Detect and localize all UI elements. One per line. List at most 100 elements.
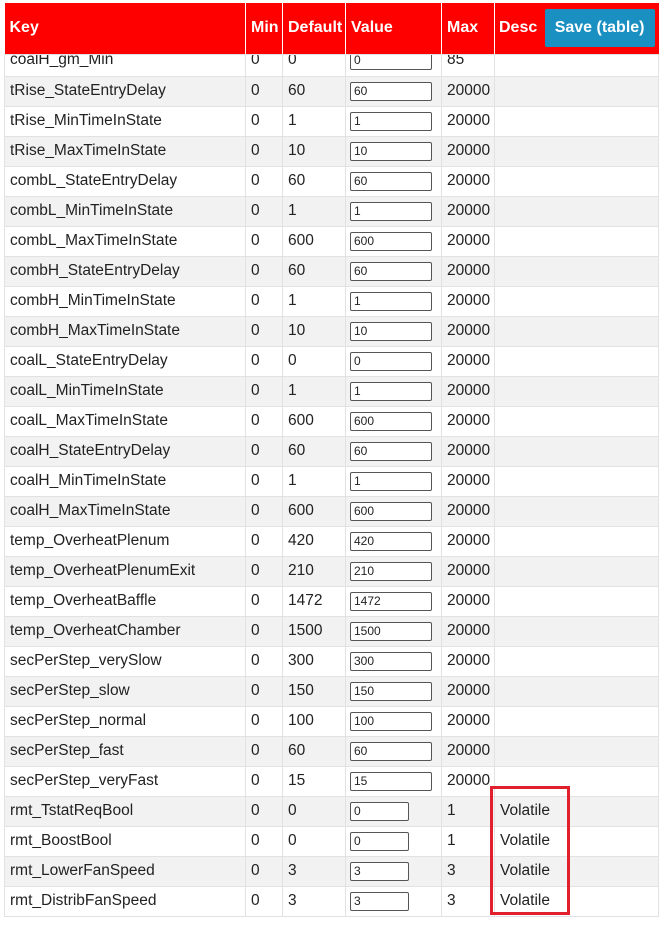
row-key-cell: temp_OverheatPlenum [4, 525, 246, 557]
row-key-cell: rmt_TstatReqBool [4, 795, 246, 827]
value-input[interactable] [350, 741, 432, 761]
row-key-cell: tRise_MinTimeInState [4, 105, 246, 137]
value-input[interactable] [350, 501, 432, 521]
value-input[interactable] [350, 141, 432, 161]
value-input[interactable] [350, 411, 432, 431]
row-max-cell: 3 [441, 855, 495, 887]
value-input[interactable] [350, 81, 432, 101]
row-default-cell-content: 60 [288, 262, 345, 280]
value-input[interactable] [350, 891, 409, 911]
value-input[interactable] [350, 591, 432, 611]
row-desc-text: Volatile [500, 832, 550, 849]
row-value-cell-content [350, 741, 441, 761]
column-header-desc-cell: Desc Save (table) [494, 3, 659, 54]
row-value-cell [345, 885, 442, 917]
value-input[interactable] [350, 231, 432, 251]
save-table-button[interactable]: Save (table) [544, 9, 655, 48]
table-row: rmt_DistribFanSpeed 0 3 3 Volatile [4, 885, 659, 917]
row-max-text: 20000 [447, 652, 491, 669]
row-key-cell: temp_OverheatBaffle [4, 585, 246, 617]
value-input[interactable] [350, 831, 409, 851]
value-input[interactable] [350, 801, 409, 821]
table-row: combL_MaxTimeInState 0 600 20000 [4, 225, 659, 257]
row-key-cell-content: rmt_DistribFanSpeed [10, 892, 245, 910]
row-key-cell-content: coalL_MinTimeInState [10, 382, 245, 400]
row-max-text: 20000 [447, 472, 491, 489]
row-value-cell-content [350, 831, 441, 851]
row-value-cell-content [350, 81, 441, 101]
row-default-text: 60 [288, 742, 306, 759]
row-min-cell-content: 0 [251, 592, 282, 610]
value-input[interactable] [350, 321, 432, 341]
row-desc-text: Volatile [500, 802, 550, 819]
value-input[interactable] [350, 771, 432, 791]
row-value-cell [345, 165, 442, 197]
value-input[interactable] [350, 441, 432, 461]
row-desc-cell: Volatile [494, 825, 659, 857]
row-max-text: 1 [447, 802, 456, 819]
value-input[interactable] [350, 681, 432, 701]
row-max-text: 20000 [447, 682, 491, 699]
row-value-cell [345, 225, 442, 257]
row-min-cell: 0 [245, 675, 283, 707]
row-value-cell-content [350, 321, 441, 341]
row-desc-cell: Volatile [494, 885, 659, 917]
value-input[interactable] [350, 561, 432, 581]
row-value-cell-content [350, 441, 441, 461]
row-value-cell [345, 735, 442, 767]
row-max-cell: 20000 [441, 675, 495, 707]
table-body: coalH_gm_Min 0 0 85 tRise_StateEntryDelay 0 60… [4, 53, 659, 917]
row-max-text: 20000 [447, 562, 491, 579]
row-default-cell-content: 1 [288, 292, 345, 310]
row-default-cell: 0 [282, 345, 346, 377]
row-key-cell-content: combL_MinTimeInState [10, 202, 245, 220]
row-desc-cell: Volatile [494, 855, 659, 887]
row-desc-text: Volatile [500, 862, 550, 879]
row-max-cell: 20000 [441, 165, 495, 197]
value-input[interactable] [350, 261, 432, 281]
row-value-cell [345, 675, 442, 707]
row-min-cell: 0 [245, 735, 283, 767]
value-input[interactable] [350, 861, 409, 881]
row-desc-cell [494, 105, 659, 137]
row-max-cell: 20000 [441, 705, 495, 737]
row-min-text: 0 [251, 232, 260, 249]
row-max-cell-content: 20000 [447, 352, 494, 370]
row-key-cell-content: temp_OverheatBaffle [10, 592, 245, 610]
value-input[interactable] [350, 111, 432, 131]
row-min-cell: 0 [245, 825, 283, 857]
value-input[interactable] [350, 711, 432, 731]
row-default-cell-content: 210 [288, 562, 345, 580]
value-input[interactable] [350, 471, 432, 491]
row-min-cell: 0 [245, 795, 283, 827]
row-default-text: 1 [288, 472, 297, 489]
row-default-text: 600 [288, 502, 314, 519]
row-value-cell [345, 285, 442, 317]
value-input[interactable] [350, 171, 432, 191]
row-value-cell-content [350, 711, 441, 731]
row-value-cell [345, 135, 442, 167]
row-max-text: 20000 [447, 142, 491, 159]
row-default-text: 150 [288, 682, 314, 699]
column-header-default: Default [282, 3, 346, 54]
row-default-cell-content: 0 [288, 802, 345, 820]
value-input[interactable] [350, 531, 432, 551]
row-key-cell: coalL_MaxTimeInState [4, 405, 246, 437]
value-input[interactable] [350, 621, 432, 641]
row-max-cell: 20000 [441, 195, 495, 227]
row-key-text: secPerStep_fast [10, 742, 124, 759]
row-max-cell: 20000 [441, 375, 495, 407]
row-min-cell-content: 0 [251, 202, 282, 220]
row-default-cell: 100 [282, 705, 346, 737]
value-input[interactable] [350, 201, 432, 221]
value-input[interactable] [350, 351, 432, 371]
value-input[interactable] [350, 381, 432, 401]
row-value-cell [345, 765, 442, 797]
row-default-text: 600 [288, 412, 314, 429]
value-input[interactable] [350, 55, 432, 70]
row-max-cell-content: 20000 [447, 202, 494, 220]
row-key-text: coalH_MaxTimeInState [10, 502, 171, 519]
value-input[interactable] [350, 291, 432, 311]
value-input[interactable] [350, 651, 432, 671]
row-key-cell-content: coalH_StateEntryDelay [10, 442, 245, 460]
